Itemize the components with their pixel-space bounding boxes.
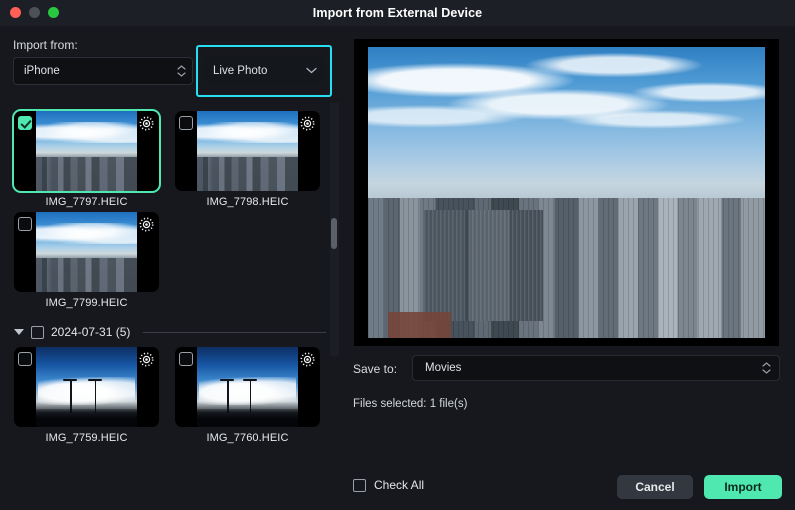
thumbnail-image[interactable] — [12, 109, 161, 193]
thumbnail-checkbox[interactable] — [179, 352, 193, 366]
files-selected-status: Files selected: 1 file(s) — [353, 398, 468, 410]
check-all-label: Check All — [374, 478, 425, 492]
thumbnail-filename: IMG_7798.HEIC — [206, 196, 289, 208]
cancel-button[interactable]: Cancel — [617, 475, 693, 499]
group-divider — [143, 331, 326, 333]
thumbnail-item-empty — [175, 212, 320, 309]
thumbnail-checkbox[interactable] — [179, 116, 193, 130]
save-to-value: Movies — [425, 362, 462, 374]
stepper-icon — [177, 65, 186, 77]
thumbnail-item[interactable]: IMG_7797.HEIC — [12, 109, 161, 208]
thumbnail-row: IMG_7797.HEIC IMG_7798.HEIC — [12, 109, 340, 212]
device-select[interactable]: iPhone — [13, 57, 193, 85]
chevron-down-icon[interactable] — [14, 329, 24, 335]
thumbnail-image[interactable] — [14, 347, 159, 427]
thumbnail-image[interactable] — [14, 212, 159, 292]
window-title: Import from External Device — [312, 6, 483, 20]
thumbnail-item[interactable]: IMG_7759.HEIC — [14, 347, 159, 444]
thumbnail-filename: IMG_7760.HEIC — [206, 432, 289, 444]
group-checkbox[interactable] — [31, 325, 44, 339]
chevron-down-icon — [306, 65, 317, 77]
thumbnail-row: IMG_7759.HEIC IMG_7760.HEIC — [14, 347, 340, 448]
stepper-icon — [762, 362, 771, 374]
live-photo-icon — [138, 115, 155, 132]
thumbnail-row: IMG_7799.HEIC — [14, 212, 340, 313]
thumbnail-list[interactable]: IMG_7797.HEIC IMG_7798.HEIC IMG_7799.HEI… — [0, 103, 340, 510]
media-type-value: Live Photo — [213, 65, 268, 77]
thumbnail-item[interactable]: IMG_7799.HEIC — [14, 212, 159, 309]
live-photo-icon — [299, 351, 316, 368]
thumbnail-item[interactable]: IMG_7798.HEIC — [175, 111, 320, 208]
save-to-label: Save to: — [353, 362, 398, 376]
date-group-header[interactable]: 2024-07-31 (5) — [14, 323, 326, 341]
check-all-row[interactable]: Check All — [353, 478, 424, 492]
import-dialog-window: Import from External Device Import from:… — [0, 0, 795, 510]
live-photo-icon — [138, 216, 155, 233]
device-select-value: iPhone — [24, 65, 60, 77]
media-type-select[interactable]: Live Photo — [203, 57, 325, 85]
thumbnail-checkbox[interactable] — [18, 116, 32, 130]
thumbnail-item[interactable]: IMG_7760.HEIC — [175, 347, 320, 444]
thumbnail-filename: IMG_7797.HEIC — [45, 196, 128, 208]
check-all-checkbox[interactable] — [353, 478, 366, 492]
scrollbar-thumb[interactable] — [331, 218, 337, 249]
save-to-select[interactable]: Movies — [412, 355, 780, 381]
thumbnail-filename: IMG_7799.HEIC — [45, 297, 128, 309]
preview-panel: Save to: Movies Files selected: 1 file(s… — [340, 26, 795, 510]
thumbnail-filename: IMG_7759.HEIC — [45, 432, 128, 444]
live-photo-icon — [138, 351, 155, 368]
import-from-label: Import from: — [13, 38, 78, 52]
thumbnail-checkbox[interactable] — [18, 352, 32, 366]
live-photo-icon — [299, 115, 316, 132]
thumbnail-checkbox[interactable] — [18, 217, 32, 231]
thumbnail-image[interactable] — [175, 347, 320, 427]
title-bar: Import from External Device — [0, 0, 795, 26]
import-button[interactable]: Import — [704, 475, 782, 499]
group-label: 2024-07-31 (5) — [51, 325, 131, 339]
preview-image — [354, 39, 779, 346]
thumbnail-image[interactable] — [175, 111, 320, 191]
